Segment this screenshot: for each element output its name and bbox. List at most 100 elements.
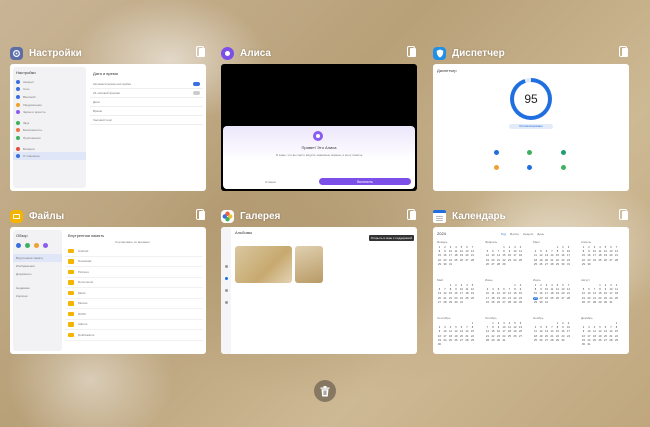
- file-name[interactable]: Alarms: [78, 322, 87, 326]
- calendar-month[interactable]: Декабрь 1 2 3 4 5 6 7 8 9 10 11 12 13 14 15 16 17 18 19 20 21…: [581, 316, 619, 348]
- settings-row: 24-часовой формат: [93, 91, 121, 95]
- album-thumbnail[interactable]: [235, 246, 292, 283]
- app-preview[interactable]: Обзор Внутренняя память Изображения Доку…: [10, 227, 206, 354]
- sidebar-item[interactable]: Внутренняя память: [13, 254, 62, 262]
- settings-sidebar: Настройки Аккаунт Сеть Bluetooth Уведомл…: [13, 67, 86, 188]
- app-card-alice[interactable]: Алиса Привет! Это Алиса Я знаю, что вы ч…: [221, 44, 417, 192]
- status-chip[interactable]: Оптимизировано: [509, 124, 553, 129]
- calendar-month[interactable]: Март 1 2 3 4 5 6 7 8 9 10 11 12 13 14 15 16 17 18 19 20 21 22 2…: [533, 240, 571, 272]
- settings-item: Экран и яркость: [23, 110, 46, 115]
- calendar-month[interactable]: Апрель 1 2 3 4 5 6 7 8 9 10 11 12 13 14 15 16 17 18 19 20 21 2…: [581, 240, 619, 272]
- card-header: Настройки: [10, 44, 206, 62]
- settings-row: Автоматическая настройка: [93, 82, 131, 86]
- app-title: Алиса: [240, 47, 271, 59]
- month-grid: 1 2 3 4 5 6 7 8 9 10 11 12 13 14 15 16 17 18 19 20 21 22 23 24 2…: [582, 322, 618, 347]
- app-card-gallery[interactable]: Галерея Альбомы Открыть в окне с поддерж…: [221, 207, 417, 355]
- month-grid: 1 2 3 4 5 6 7 8 9 10 11 12 13 14 15 16 17 18 19 20 21 22 23 24 2…: [582, 284, 618, 304]
- shield-icon: [433, 46, 446, 60]
- settings-item: Уведомления: [23, 102, 42, 107]
- sidebar-item[interactable]: Недавние: [13, 284, 62, 292]
- file-name[interactable]: Movies: [78, 301, 88, 305]
- month-name: Ноябрь: [533, 316, 544, 320]
- clear-all-button[interactable]: [314, 380, 336, 402]
- tab-week[interactable]: Неделя: [523, 232, 533, 236]
- folder-icon: [68, 248, 74, 253]
- files-main: Внутренняя память Сортировать по времени…: [65, 230, 203, 351]
- calendar-month[interactable]: Май 1 2 3 4 5 6 7 8 9 10 11 12 13 14 15 16 17 18 19 20 21 22 23…: [437, 278, 475, 310]
- tab-year[interactable]: Год: [501, 232, 506, 236]
- folder-icon: [68, 322, 74, 327]
- app-preview[interactable]: Настройки Аккаунт Сеть Bluetooth Уведомл…: [10, 64, 206, 191]
- calendar-month[interactable]: Ноябрь 1 2 3 4 5 6 7 8 9 10 11 12 13 14 15 16 17 18 19 20 21 2…: [533, 316, 571, 348]
- app-title: Календарь: [452, 210, 506, 222]
- month-grid: 1 2 3 4 5 6 7 8 9 10 11 12 13 14 15 16 17 18 19 20 21 22 23 24 2…: [486, 284, 522, 304]
- tool-icon[interactable]: [561, 150, 566, 155]
- flower-icon: [221, 209, 234, 223]
- sidebar-item[interactable]: Документы: [13, 270, 62, 278]
- app-title: Галерея: [240, 210, 281, 222]
- settings-item: Аккаунт: [23, 79, 34, 84]
- sidebar-item[interactable]: Корзина: [13, 292, 62, 300]
- tool-icon[interactable]: [527, 165, 532, 170]
- split-screen-icon[interactable]: [196, 209, 206, 221]
- calendar-month[interactable]: Октябрь 1 2 3 4 5 6 7 8 9 10 11 12 13 14 15 16 17 18 19 20 21…: [485, 316, 523, 348]
- file-name[interactable]: DCIM: [78, 312, 86, 316]
- month-name: Октябрь: [485, 316, 497, 320]
- app-card-manager[interactable]: Диспетчер Диспетчер 95 Оптимизировано: [433, 44, 629, 192]
- file-name[interactable]: Download: [78, 259, 91, 263]
- month-grid: 1 2 3 4 5 6 7 8 9 10 11 12 13 14 15 16 17 18 19 20 21 22 23 24 2…: [534, 246, 570, 266]
- calendar-month[interactable]: Июль 1 2 3 4 5 6 7 8 9 10 11 12 13 14 15 16 17 18 19 20 21 22 2…: [533, 278, 571, 310]
- calendar-month[interactable]: Июнь 1 2 3 4 5 6 7 8 9 10 11 12 13 14 15 16 17 18 19 20 21 22 2…: [485, 278, 523, 310]
- file-name[interactable]: Notifications: [78, 333, 94, 337]
- file-name[interactable]: Android: [78, 249, 88, 253]
- app-preview[interactable]: Диспетчер 95 Оптимизировано: [433, 64, 629, 191]
- enable-button[interactable]: Включить: [319, 178, 411, 185]
- file-name[interactable]: Documents: [78, 280, 93, 284]
- tool-icon[interactable]: [527, 150, 532, 155]
- manager-header: Диспетчер: [437, 68, 457, 73]
- cancel-button[interactable]: Отмена: [265, 180, 276, 184]
- settings-row: Часовой пояс: [93, 118, 113, 122]
- app-preview[interactable]: Альбомы Открыть в окне с поддержкой: [221, 227, 417, 354]
- tool-icon[interactable]: [494, 165, 499, 170]
- alice-dialog: Привет! Это Алиса Я знаю, что вы часто в…: [223, 126, 415, 189]
- calendar-month[interactable]: Февраль 1 2 3 4 5 6 7 8 9 10 11 12 13 14 15 16 17 18 19 20 21…: [485, 240, 523, 272]
- app-preview[interactable]: 2024 Год Месяц Неделя День Январь 1 2 3 4 5 6 7…: [433, 227, 629, 354]
- app-preview[interactable]: Привет! Это Алиса Я знаю, что вы часто в…: [221, 64, 417, 191]
- month-name: Июль: [533, 278, 541, 282]
- split-screen-icon[interactable]: [196, 46, 206, 58]
- calendar-icon: [433, 209, 446, 223]
- alice-icon: [221, 46, 234, 60]
- settings-item: Bluetooth: [23, 94, 36, 99]
- tab-month[interactable]: Месяц: [510, 232, 519, 236]
- split-screen-icon[interactable]: [619, 209, 629, 221]
- calendar-year: 2024: [437, 231, 446, 236]
- file-name[interactable]: Music: [78, 291, 86, 295]
- calendar-month[interactable]: Сентябрь 1 2 3 4 5 6 7 8 9 10 11 12 13 14 15 16 17 18 19 20 2…: [437, 316, 475, 348]
- tooltip: Открыть в окне с поддержкой: [368, 235, 414, 241]
- app-card-calendar[interactable]: Календарь 2024 Год Месяц Неделя День Янв…: [433, 207, 629, 355]
- split-screen-icon[interactable]: [407, 209, 417, 221]
- split-screen-icon[interactable]: [619, 46, 629, 58]
- app-card-settings[interactable]: Настройки Настройки Аккаунт Сеть Bluetoo…: [10, 44, 206, 192]
- file-name[interactable]: Pictures: [78, 270, 89, 274]
- month-grid: 1 2 3 4 5 6 7 8 9 10 11 12 13 14 15 16 17 18 19 20 21 22 23 24 2…: [438, 284, 474, 304]
- settings-header: Настройки: [16, 70, 36, 75]
- card-header: Алиса: [221, 44, 417, 62]
- album-thumbnail[interactable]: [295, 246, 323, 283]
- month-name: Май: [437, 278, 443, 282]
- calendar-month[interactable]: Август 1 2 3 4 5 6 7 8 9 10 11 12 13 14 15 16 17 18 19 20 21 2…: [581, 278, 619, 310]
- app-card-files[interactable]: Файлы Обзор Внутренняя память Изображени…: [10, 207, 206, 355]
- month-grid: 1 2 3 4 5 6 7 8 9 10 11 12 13 14 15 16 17 18 19 20 21 22 23 24 2…: [438, 246, 474, 266]
- calendar-month[interactable]: Январь 1 2 3 4 5 6 7 8 9 10 11 12 13 14 15 16 17 18 19 20 21 2…: [437, 240, 475, 272]
- tab-day[interactable]: День: [537, 232, 544, 236]
- sidebar-item[interactable]: Изображения: [13, 262, 62, 270]
- tool-icon[interactable]: [494, 150, 499, 155]
- month-name: Декабрь: [581, 316, 593, 320]
- sort-label[interactable]: Сортировать по времени: [65, 239, 203, 246]
- folder-icon: [68, 301, 74, 306]
- tool-icon[interactable]: [561, 165, 566, 170]
- month-grid: 1 2 3 4 5 6 7 8 9 10 11 12 13 14 15 16 17 18 19 20 21 22 23 24 2…: [533, 284, 570, 304]
- folder-icon: [68, 311, 74, 316]
- split-screen-icon[interactable]: [407, 46, 417, 58]
